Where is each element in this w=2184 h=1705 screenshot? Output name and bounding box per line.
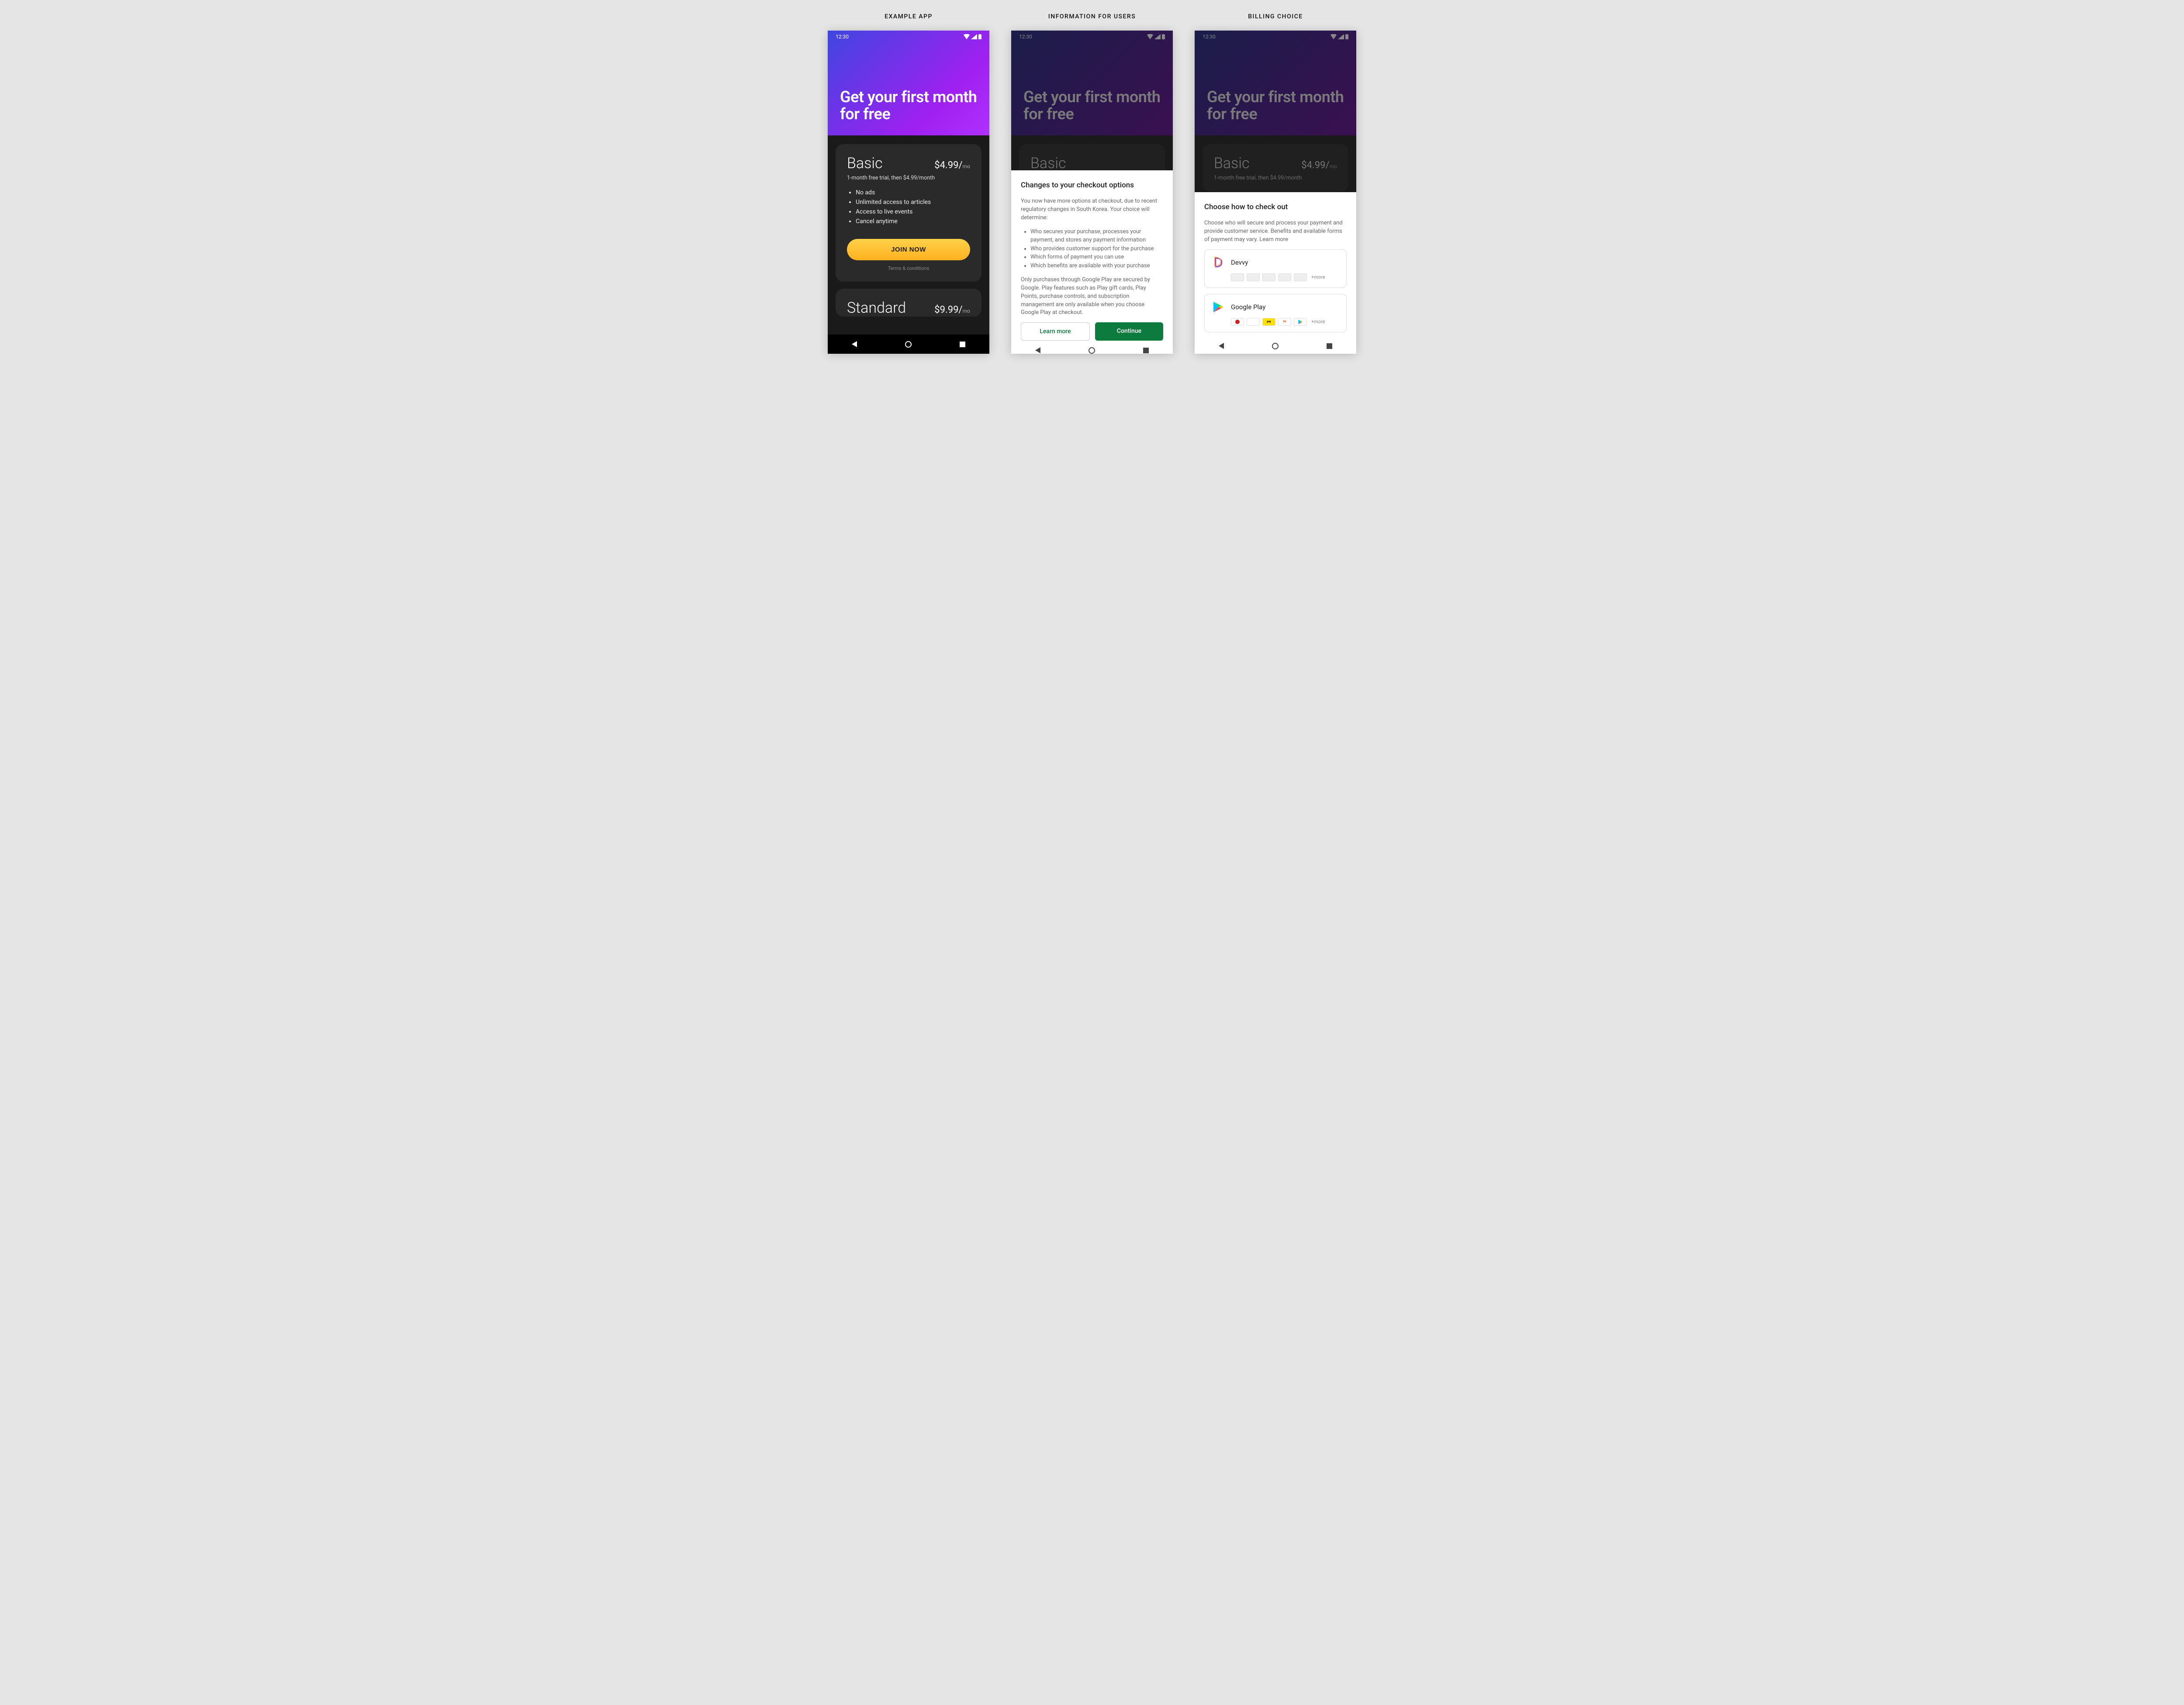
signal-icon bbox=[1154, 34, 1161, 39]
status-bar: 12:30 bbox=[1011, 31, 1173, 43]
android-nav-bar bbox=[1195, 338, 1356, 354]
nav-home-icon[interactable] bbox=[1272, 343, 1279, 349]
nav-back-icon[interactable] bbox=[1219, 343, 1224, 349]
payment-chip bbox=[1262, 273, 1275, 281]
payment-chip: pay bbox=[1262, 318, 1275, 326]
signal-icon bbox=[1338, 34, 1344, 39]
continue-button[interactable]: Continue bbox=[1095, 322, 1163, 341]
status-icons bbox=[1330, 34, 1348, 39]
status-icons bbox=[964, 34, 981, 39]
nav-recents-icon[interactable] bbox=[960, 342, 965, 347]
sheet-bullet: Who secures your purchase, processes you… bbox=[1030, 228, 1163, 245]
plans-list: Basic $4.99/mo 1-month free trial, then … bbox=[828, 135, 989, 335]
choice-sheet: Choose how to check out Choose who will … bbox=[1195, 192, 1356, 354]
payment-chip bbox=[1278, 273, 1291, 281]
nav-home-icon[interactable] bbox=[905, 341, 912, 348]
billing-option-devvy[interactable]: Devvy +more bbox=[1204, 249, 1347, 288]
status-icons bbox=[1147, 34, 1165, 39]
plan-name: Basic bbox=[847, 155, 882, 172]
join-now-button[interactable]: JOIN NOW bbox=[847, 239, 970, 260]
hero: Get your first month for free bbox=[1011, 31, 1173, 135]
plan-features: No ads Unlimited access to articles Acce… bbox=[847, 189, 970, 225]
plan-name: Standard bbox=[847, 299, 906, 317]
android-nav-bar bbox=[828, 335, 989, 354]
column-label: EXAMPLE APP bbox=[885, 13, 933, 20]
phone-screen-example: 12:30 Get your first month for free Basi… bbox=[828, 31, 989, 354]
signal-icon bbox=[971, 34, 977, 39]
plan-price: $4.99/mo bbox=[1301, 160, 1337, 171]
sheet-bullet: Which benefits are available with your p… bbox=[1030, 262, 1163, 270]
billing-option-google-play[interactable]: Google Play pay SK +more bbox=[1204, 294, 1347, 332]
google-play-icon bbox=[1212, 300, 1225, 314]
plan-name: Basic bbox=[1214, 155, 1249, 172]
wifi-icon bbox=[1147, 34, 1153, 39]
sheet-bullets: Who secures your purchase, processes you… bbox=[1021, 228, 1163, 270]
payment-methods-row: +more bbox=[1212, 273, 1339, 281]
plan-price: $4.99/mo bbox=[934, 160, 970, 171]
nav-back-icon[interactable] bbox=[1035, 347, 1040, 353]
hero-title: Get your first month for free bbox=[840, 89, 977, 123]
sheet-title: Changes to your checkout options bbox=[1021, 181, 1163, 190]
nav-back-icon[interactable] bbox=[852, 341, 857, 347]
wifi-icon bbox=[964, 34, 970, 39]
payment-more: +more bbox=[1311, 319, 1325, 324]
plan-feature: No ads bbox=[856, 189, 970, 196]
payment-chip bbox=[1231, 318, 1244, 326]
payment-more: +more bbox=[1311, 274, 1325, 280]
payment-chip bbox=[1247, 273, 1260, 281]
battery-icon bbox=[1345, 34, 1348, 39]
plan-name: Basic bbox=[1030, 155, 1066, 172]
phone-screen-choice: 12:30 Get your first month for free Basi… bbox=[1195, 31, 1356, 354]
plan-card-standard: Standard $9.99/mo bbox=[836, 289, 981, 317]
plan-card-basic: Basic $4.99/mo 1-month free trial, then … bbox=[836, 144, 981, 282]
hero: Get your first month for free bbox=[828, 31, 989, 135]
status-bar: 12:30 bbox=[828, 31, 989, 43]
sheet-footnote: Only purchases through Google Play are s… bbox=[1021, 276, 1163, 317]
plan-feature: Access to live events bbox=[856, 208, 970, 215]
android-nav-bar bbox=[1011, 347, 1173, 354]
billing-option-name: Google Play bbox=[1231, 303, 1265, 311]
payment-chip bbox=[1231, 273, 1244, 281]
payment-chip bbox=[1294, 318, 1307, 326]
battery-icon bbox=[978, 34, 981, 39]
column-label: INFORMATION FOR USERS bbox=[1048, 13, 1136, 20]
billing-option-name: Devvy bbox=[1231, 259, 1248, 266]
plan-card-basic: Basic $4.99/mo 1-month free trial, then … bbox=[1203, 144, 1348, 192]
hero: Get your first month for free bbox=[1195, 31, 1356, 135]
terms-link[interactable]: Terms & conditions bbox=[847, 266, 970, 271]
status-time: 12:30 bbox=[836, 34, 849, 40]
battery-icon bbox=[1162, 34, 1165, 39]
learn-more-button[interactable]: Learn more bbox=[1021, 322, 1090, 341]
plan-feature: Cancel anytime bbox=[856, 218, 970, 225]
phone-screen-info: 12:30 Get your first month for free Basi… bbox=[1011, 31, 1173, 354]
plan-subtitle: 1-month free trial, then $4.99/month bbox=[1214, 175, 1337, 181]
devvy-icon bbox=[1212, 256, 1225, 269]
plan-price: $9.99/mo bbox=[934, 304, 970, 315]
sheet-bullet: Who provides customer support for the pu… bbox=[1030, 245, 1163, 253]
payment-methods-row: pay SK +more bbox=[1212, 318, 1339, 326]
status-time: 12:30 bbox=[1019, 34, 1032, 40]
wifi-icon bbox=[1330, 34, 1337, 39]
plan-feature: Unlimited access to articles bbox=[856, 199, 970, 206]
hero-title: Get your first month for free bbox=[1023, 89, 1161, 123]
sheet-intro: You now have more options at checkout, d… bbox=[1021, 197, 1163, 222]
plan-subtitle: 1-month free trial, then $4.99/month bbox=[847, 175, 970, 181]
info-sheet: Changes to your checkout options You now… bbox=[1011, 170, 1173, 354]
sheet-intro: Choose who will secure and process your … bbox=[1204, 219, 1347, 244]
status-time: 12:30 bbox=[1203, 34, 1216, 40]
nav-recents-icon[interactable] bbox=[1327, 343, 1332, 349]
status-bar: 12:30 bbox=[1195, 31, 1356, 43]
sheet-title: Choose how to check out bbox=[1204, 203, 1347, 211]
hero-title: Get your first month for free bbox=[1207, 89, 1344, 123]
payment-chip bbox=[1294, 273, 1307, 281]
payment-chip bbox=[1247, 318, 1260, 326]
payment-chip: SK bbox=[1278, 318, 1291, 326]
column-label: BILLING CHOICE bbox=[1248, 13, 1303, 20]
sheet-bullet: Which forms of payment you can use bbox=[1030, 253, 1163, 262]
nav-recents-icon[interactable] bbox=[1143, 348, 1149, 353]
nav-home-icon[interactable] bbox=[1089, 347, 1095, 354]
